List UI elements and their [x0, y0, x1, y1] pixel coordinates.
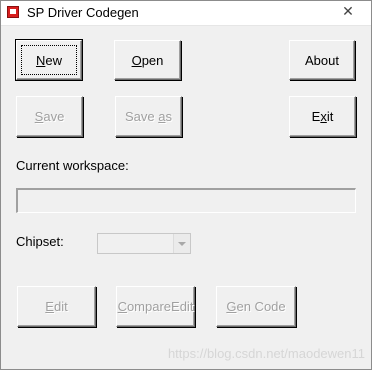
exit-button-label: Exit: [311, 109, 334, 124]
chevron-down-icon[interactable]: [173, 234, 190, 253]
exit-button[interactable]: Exit: [289, 96, 356, 137]
app-icon: [7, 6, 19, 18]
chipset-select[interactable]: [97, 233, 191, 254]
about-button[interactable]: About: [289, 40, 355, 80]
compare-edit-button-label: CompareEdit: [117, 299, 194, 314]
open-button[interactable]: Open: [114, 40, 181, 80]
save-button-label: Save: [34, 109, 65, 124]
compare-edit-button[interactable]: CompareEdit: [116, 286, 195, 327]
workspace-field[interactable]: [16, 188, 356, 213]
gen-code-button[interactable]: Gen Code: [216, 286, 296, 327]
chipset-label: Chipset:: [16, 234, 64, 249]
edit-button[interactable]: Edit: [17, 286, 96, 327]
new-button-label: New: [35, 52, 62, 68]
about-button-label: About: [305, 52, 339, 68]
app-window: SP Driver Codegen ✕ New Open About Save …: [0, 0, 372, 370]
edit-button-label: Edit: [45, 299, 68, 314]
watermark: https://blog.csdn.net/maodewen11: [167, 346, 365, 361]
close-icon[interactable]: ✕: [325, 1, 371, 21]
window-title: SP Driver Codegen: [27, 5, 139, 20]
new-button[interactable]: New: [15, 39, 83, 81]
open-button-label: Open: [131, 52, 164, 68]
workspace-label: Current workspace:: [16, 158, 129, 173]
save-as-button-label: Save as: [125, 109, 172, 124]
title-bar: SP Driver Codegen ✕: [1, 1, 371, 26]
save-as-button[interactable]: Save as: [115, 96, 182, 137]
save-button[interactable]: Save: [16, 96, 83, 137]
gen-code-button-label: Gen Code: [226, 299, 286, 314]
